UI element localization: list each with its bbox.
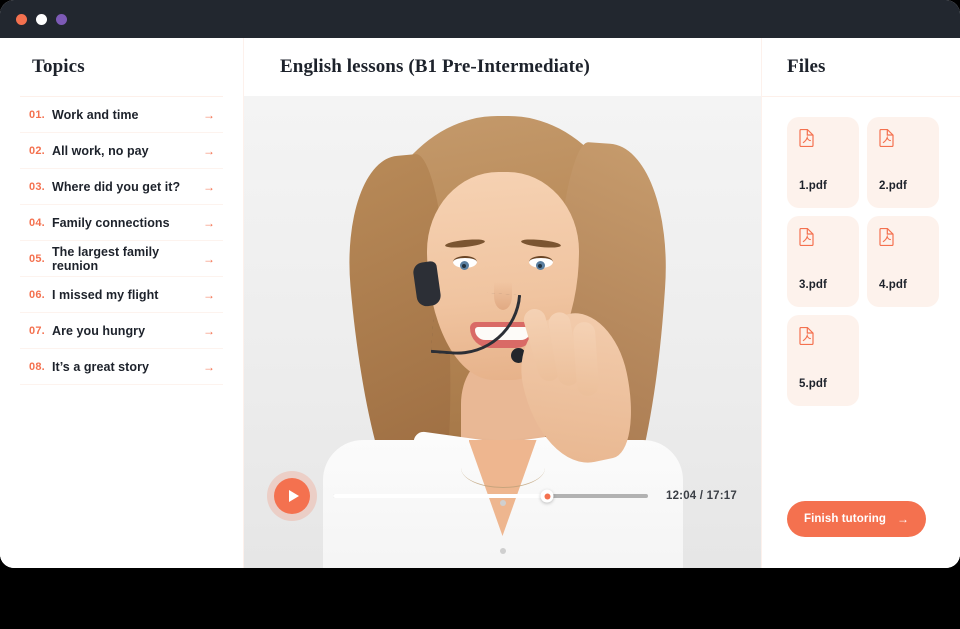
topic-number: 08. <box>29 360 45 373</box>
file-name: 1.pdf <box>799 180 827 192</box>
topic-label: Work and time <box>52 107 139 122</box>
pdf-file-icon <box>799 128 814 151</box>
topics-title: Topics <box>32 56 85 77</box>
file-card-5[interactable]: 5.pdf <box>787 315 859 406</box>
photo-shirt-button <box>499 548 506 554</box>
window-close-button[interactable] <box>16 13 27 25</box>
topic-item-8[interactable]: 08. It’s a great story → <box>20 349 223 385</box>
arrow-right-icon[interactable]: → <box>199 361 223 373</box>
file-card-1[interactable]: 1.pdf <box>787 117 859 208</box>
topic-number: 03. <box>29 180 45 193</box>
topic-item-6[interactable]: 06. I missed my flight → <box>20 277 223 313</box>
arrow-right-icon[interactable]: → <box>199 145 223 157</box>
pdf-file-icon <box>879 128 894 151</box>
photo-eye-left <box>452 256 477 270</box>
topic-label: All work, no pay <box>52 143 149 158</box>
video-player[interactable]: 12:04 / 17:17 <box>244 96 761 568</box>
files-grid: 1.pdf 2.pdf 3.pdf 4.pdf 5.pdf <box>762 97 960 406</box>
topic-item-5[interactable]: 05. The largest family reunion → <box>20 241 223 277</box>
pdf-file-icon <box>879 227 894 250</box>
arrow-right-icon: → <box>896 512 910 526</box>
arrow-right-icon[interactable]: → <box>199 109 223 121</box>
app-window: Topics 01. Work and time → 02. All work,… <box>0 0 960 568</box>
file-card-4[interactable]: 4.pdf <box>867 216 939 307</box>
topic-number: 06. <box>29 288 45 301</box>
files-title: Files <box>787 56 826 77</box>
file-name: 2.pdf <box>879 180 907 192</box>
arrow-right-icon[interactable]: → <box>199 253 223 265</box>
window-minimize-button[interactable] <box>36 13 47 25</box>
topic-item-2[interactable]: 02. All work, no pay → <box>20 133 223 169</box>
player-controls: 12:04 / 17:17 <box>244 472 761 520</box>
finish-tutoring-label: Finish tutoring <box>804 513 886 525</box>
pdf-file-icon <box>799 227 814 250</box>
files-header: Files <box>762 38 960 96</box>
arrow-right-icon[interactable]: → <box>199 181 223 193</box>
topic-label: Are you hungry <box>52 323 146 338</box>
topic-label: The largest family reunion <box>52 244 160 273</box>
lesson-header: English lessons (B1 Pre-Intermediate) <box>244 38 761 96</box>
topic-label: Where did you get it? <box>52 179 181 194</box>
topic-item-1[interactable]: 01. Work and time → <box>20 97 223 133</box>
seek-bar[interactable] <box>333 489 648 503</box>
topic-number: 05. <box>29 252 45 265</box>
files-panel: Files 1.pdf 2.pdf 3.pdf 4.pdf 5.pdf Fini… <box>762 38 960 568</box>
topics-panel: Topics 01. Work and time → 02. All work,… <box>0 38 244 568</box>
topic-label: Family connections <box>52 215 170 230</box>
photo-finger <box>571 321 600 397</box>
arrow-right-icon[interactable]: → <box>199 289 223 301</box>
topic-item-3[interactable]: 03. Where did you get it? → <box>20 169 223 205</box>
file-card-2[interactable]: 2.pdf <box>867 117 939 208</box>
file-name: 3.pdf <box>799 279 827 291</box>
file-card-3[interactable]: 3.pdf <box>787 216 859 307</box>
topic-number: 02. <box>29 144 45 157</box>
lesson-panel: English lessons (B1 Pre-Intermediate) 12… <box>244 38 762 568</box>
topics-list: 01. Work and time → 02. All work, no pay… <box>0 97 243 385</box>
topic-number: 01. <box>29 108 45 121</box>
window-titlebar <box>0 0 960 38</box>
finish-tutoring-button[interactable]: Finish tutoring → <box>787 501 927 537</box>
play-button[interactable] <box>274 478 310 514</box>
topic-label: It’s a great story <box>52 359 149 374</box>
seek-progress <box>333 494 548 498</box>
topic-item-7[interactable]: 07. Are you hungry → <box>20 313 223 349</box>
playback-time: 12:04 / 17:17 <box>665 490 737 502</box>
topics-header: Topics <box>0 38 243 96</box>
app-body: Topics 01. Work and time → 02. All work,… <box>0 38 960 568</box>
seek-handle[interactable] <box>540 489 554 503</box>
play-icon <box>288 490 299 502</box>
pdf-file-icon <box>799 326 814 349</box>
arrow-right-icon[interactable]: → <box>199 325 223 337</box>
window-maximize-button[interactable] <box>56 13 67 25</box>
file-name: 5.pdf <box>799 378 827 390</box>
topic-label: I missed my flight <box>52 287 159 302</box>
topic-number: 04. <box>29 216 45 229</box>
photo-eye-right <box>528 256 553 270</box>
topic-item-4[interactable]: 04. Family connections → <box>20 205 223 241</box>
file-name: 4.pdf <box>879 279 907 291</box>
arrow-right-icon[interactable]: → <box>199 217 223 229</box>
topic-number: 07. <box>29 324 45 337</box>
lesson-title: English lessons (B1 Pre-Intermediate) <box>280 56 590 77</box>
